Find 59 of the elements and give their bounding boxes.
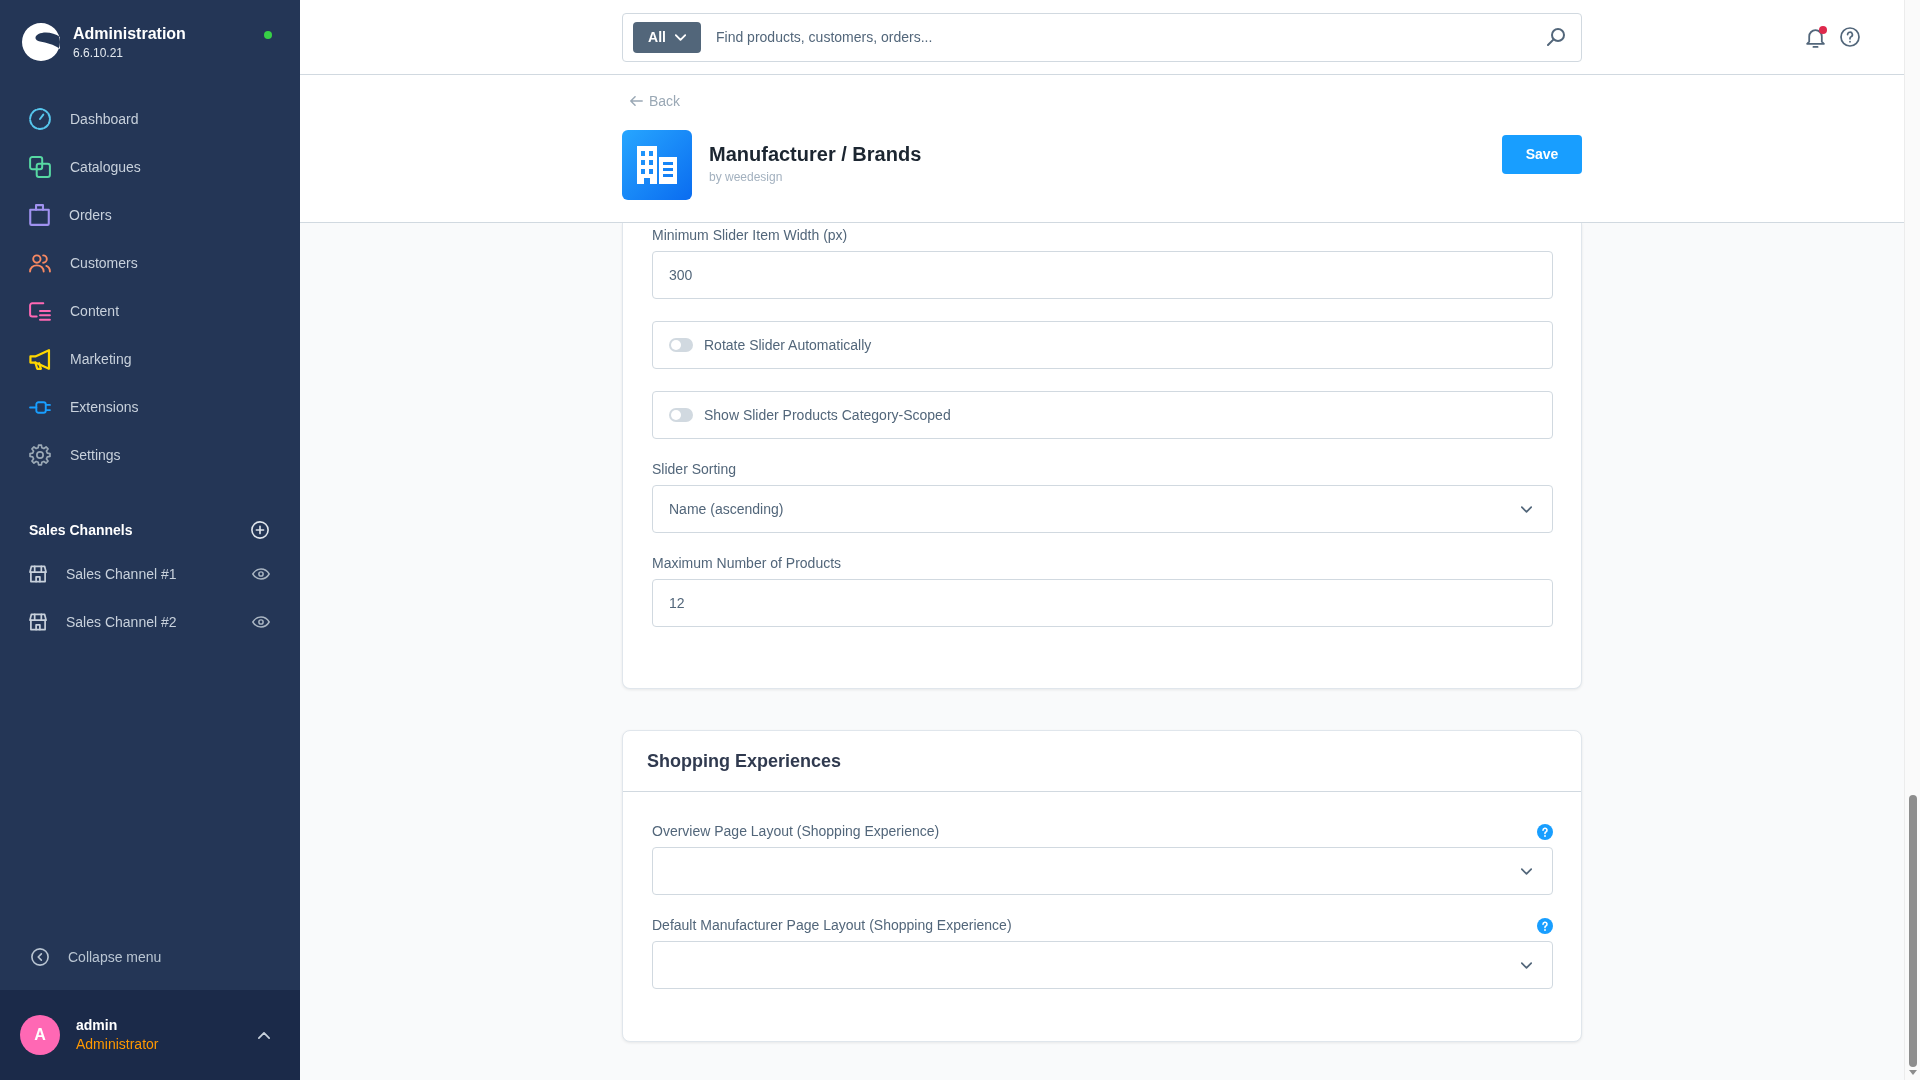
app-title: Administration: [73, 24, 186, 44]
user-avatar: A: [20, 1015, 60, 1055]
toggle-switch[interactable]: [669, 408, 693, 422]
chevron-up-icon[interactable]: [258, 1031, 270, 1039]
chevron-down-icon: [1521, 505, 1532, 513]
select-field[interactable]: [652, 847, 1553, 895]
page-title: Manufacturer / Brands: [709, 142, 922, 166]
chevron-left-circle-icon: [31, 948, 49, 966]
scope-dropdown[interactable]: All: [633, 21, 701, 53]
arrow-left-icon: [630, 96, 643, 106]
chevron-down-icon: [1521, 867, 1532, 875]
toggle-switch[interactable]: [669, 338, 693, 352]
eye-icon[interactable]: [252, 568, 270, 580]
bell-icon[interactable]: [1806, 26, 1825, 48]
field-label: Default Manufacturer Page Layout (Shopping Experience): [652, 917, 1012, 934]
logo-icon: [22, 23, 60, 61]
nav-item[interactable]: Marketing: [0, 335, 300, 383]
nav-item[interactable]: Settings: [0, 431, 300, 479]
text-field[interactable]: 300: [652, 251, 1553, 299]
select-field[interactable]: [652, 941, 1553, 989]
nav-item[interactable]: Dashboard: [0, 95, 300, 143]
add-circle-icon[interactable]: [251, 521, 269, 539]
help-icon[interactable]: [1537, 917, 1553, 934]
section-heading: Sales Channels: [29, 520, 133, 540]
card-title: Shopping Experiences: [647, 749, 842, 773]
chevron-down-icon: [1521, 961, 1532, 969]
search-icon[interactable]: [1547, 28, 1565, 46]
store-icon: [29, 613, 47, 631]
nav-item[interactable]: Extensions: [0, 383, 300, 431]
select-field[interactable]: Name (ascending): [652, 485, 1553, 533]
version-text: 6.6.10.21: [73, 45, 125, 61]
field-label: Slider Sorting: [652, 461, 737, 478]
status-dot-icon: [264, 31, 272, 39]
text-field[interactable]: 12: [652, 579, 1553, 627]
collapse-menu-link[interactable]: Collapse menu: [31, 946, 162, 968]
nav-item[interactable]: Content: [0, 287, 300, 335]
switch-label: Rotate Slider Automatically: [704, 335, 872, 355]
nav-item[interactable]: Catalogues: [0, 143, 300, 191]
arrow-down-icon[interactable]: [1908, 1070, 1917, 1075]
switch-label: Show Slider Products Category-Scoped: [704, 405, 951, 425]
eye-icon[interactable]: [252, 616, 270, 628]
field-label: Minimum Slider Item Width (px): [652, 227, 848, 244]
user-name: admin: [76, 1016, 119, 1035]
sales-channel-link[interactable]: Sales Channel #2: [29, 611, 177, 633]
user-panel[interactable]: A admin Administrator: [0, 990, 300, 1080]
nav-item[interactable]: Customers: [0, 239, 300, 287]
page-subtitle: by weedesign: [709, 169, 784, 185]
sales-channel-link[interactable]: Sales Channel #1: [29, 563, 177, 585]
field-label: Overview Page Layout (Shopping Experience): [652, 823, 940, 840]
help-icon[interactable]: [1840, 27, 1860, 47]
chevron-down-icon: [674, 33, 686, 41]
user-role: Administrator: [76, 1035, 159, 1054]
nav-item[interactable]: Orders: [0, 191, 300, 239]
scrollbar-thumb[interactable]: [1908, 795, 1917, 1067]
store-icon: [29, 565, 47, 583]
field-label: Maximum Number of Products: [652, 555, 842, 572]
help-icon[interactable]: [1537, 823, 1553, 840]
search-field[interactable]: All Find products, customers, orders...: [622, 12, 1582, 62]
building-icon: [622, 130, 692, 200]
